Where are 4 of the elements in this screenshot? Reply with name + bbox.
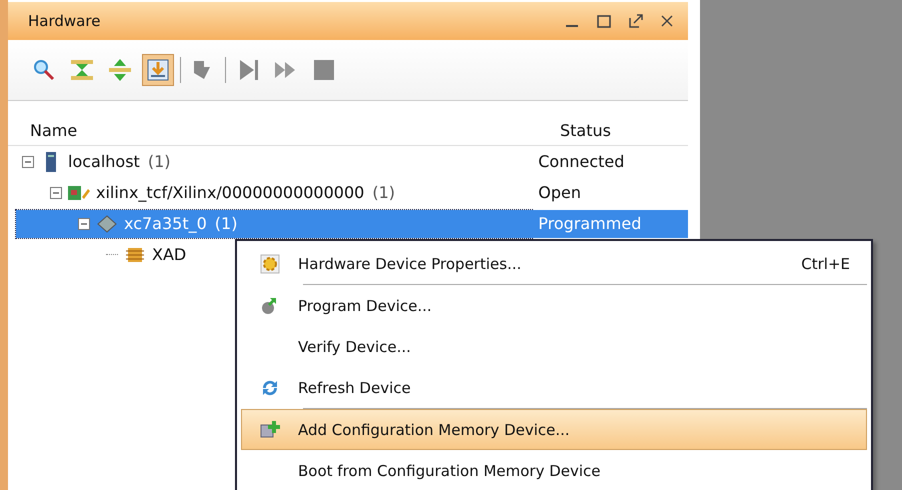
- status-cell: Programmed: [532, 210, 688, 238]
- status-cell-text: Connected: [537, 151, 626, 173]
- panel-title: Hardware: [28, 12, 100, 30]
- status-cell-text: Open: [537, 182, 582, 204]
